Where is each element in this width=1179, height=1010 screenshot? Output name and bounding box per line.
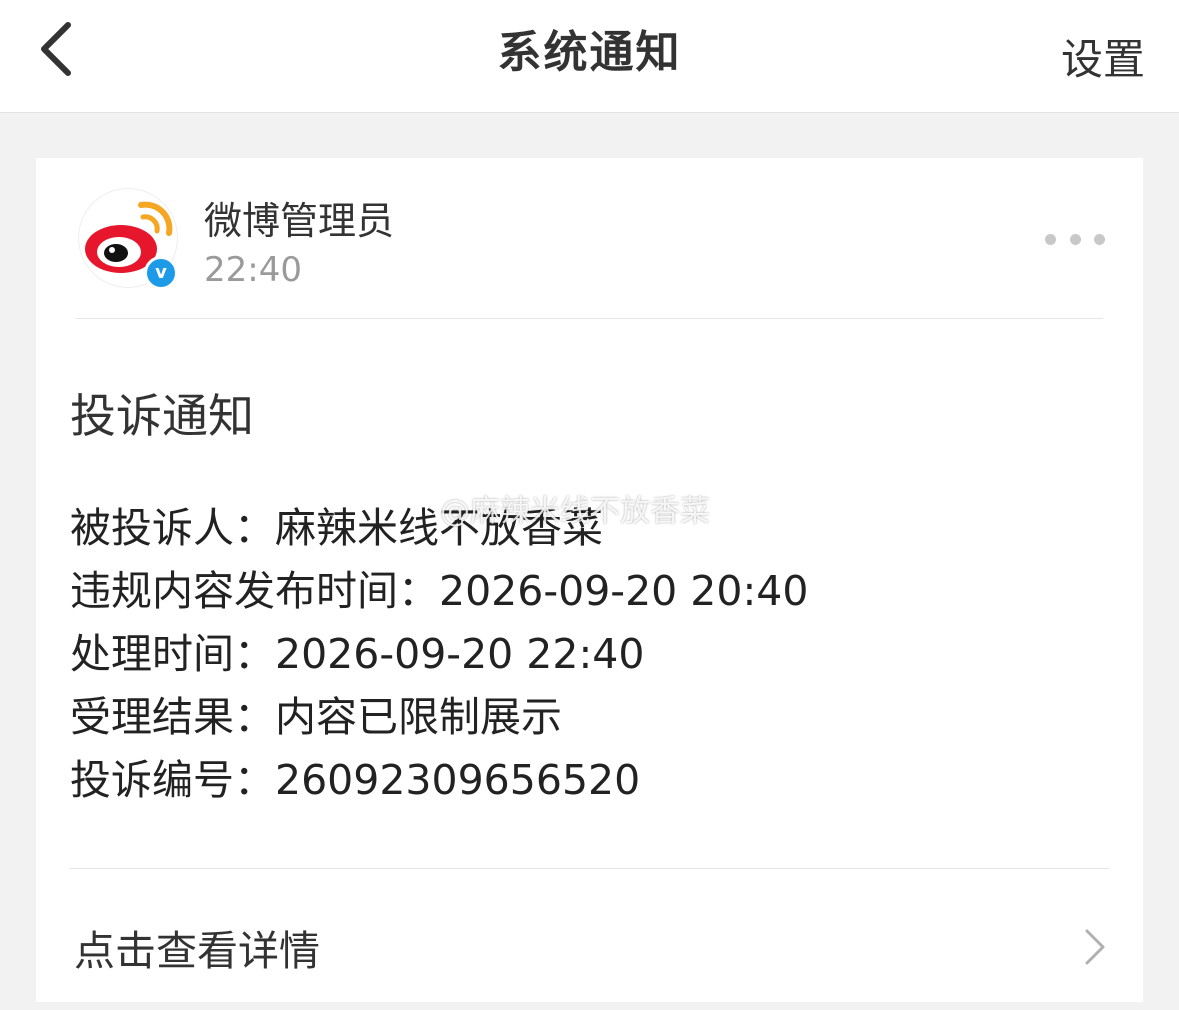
navigation-bar: 系统通知 设置: [0, 0, 1179, 113]
detail-row-result: 受理结果：内容已限制展示: [70, 683, 808, 746]
detail-label: 投诉编号：: [70, 756, 275, 804]
view-details-link[interactable]: 点击查看详情: [36, 869, 1143, 1002]
detail-label: 受理结果：: [70, 693, 275, 741]
detail-value: 内容已限制展示: [275, 693, 562, 741]
view-details-label: 点击查看详情: [74, 927, 320, 975]
page-title: 系统通知: [497, 27, 682, 78]
detail-value: 2026-09-20 20:40: [439, 567, 809, 615]
detail-value: 26092309656520: [275, 756, 641, 804]
settings-button[interactable]: 设置: [1061, 26, 1145, 87]
detail-row-handled-time: 处理时间：2026-09-20 22:40: [70, 620, 808, 683]
sender-name: 微博管理员: [204, 199, 395, 243]
detail-value: 2026-09-20 22:40: [275, 630, 645, 678]
detail-value: 麻辣米线不放香菜: [275, 504, 603, 552]
notice-title: 投诉通知: [70, 389, 254, 443]
detail-label: 被投诉人：: [70, 504, 275, 552]
detail-row-publish-time: 违规内容发布时间：2026-09-20 20:40: [70, 557, 808, 620]
message-time: 22:40: [204, 250, 302, 290]
verified-badge-icon: v: [144, 256, 178, 290]
divider: [76, 318, 1103, 319]
chevron-right-icon: [1085, 929, 1105, 965]
detail-list: 被投诉人：麻辣米线不放香菜 违规内容发布时间：2026-09-20 20:40 …: [70, 494, 808, 809]
detail-label: 违规内容发布时间：: [70, 567, 439, 615]
notification-card: v 微博管理员 22:40 投诉通知 被投诉人：麻辣米线不放香菜 违规内容发布时…: [36, 158, 1143, 1002]
detail-row-complaint-id: 投诉编号：26092309656520: [70, 746, 808, 809]
detail-label: 处理时间：: [70, 630, 275, 678]
detail-row-complainee: 被投诉人：麻辣米线不放香菜: [70, 494, 808, 557]
more-options-icon[interactable]: [1045, 224, 1105, 254]
